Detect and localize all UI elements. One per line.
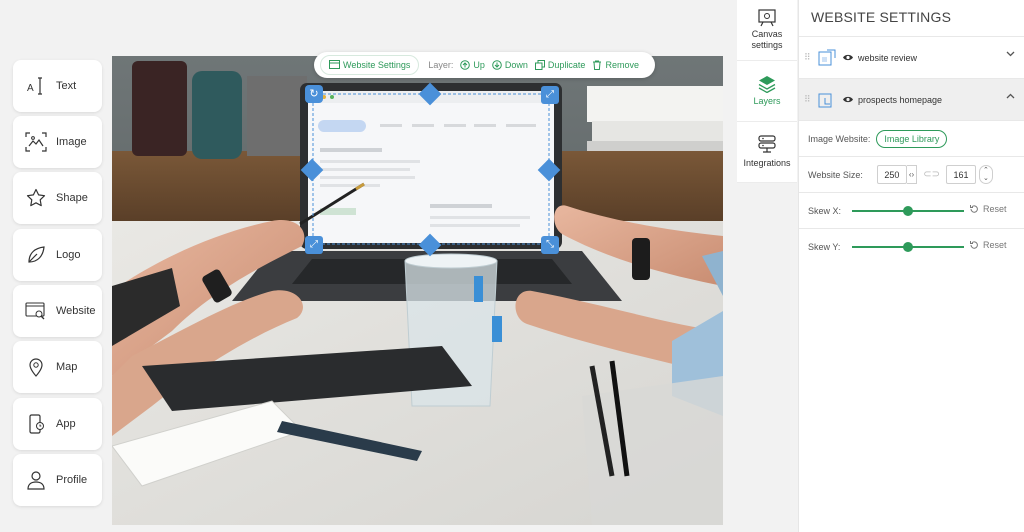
drag-handle-icon[interactable]: ⠿ [804,94,814,105]
link-icon[interactable]: ⊂⊃ [923,169,940,180]
website-size-label: Website Size: [808,169,863,180]
layer-name: prospects homepage [858,94,943,105]
tool-website[interactable]: Website [13,285,102,337]
height-input[interactable] [945,165,976,184]
image-website-row: Image Website: Image Library [799,120,1024,156]
design-canvas[interactable]: ↻ ⤢ ⤢ ⤡ [112,56,723,525]
skew-x-slider[interactable] [852,206,964,216]
height-stepper[interactable]: ⌃ ⌄ [978,165,993,184]
tab-label: Integrations [743,158,791,168]
leaf-icon [25,244,47,266]
reset-label: Reset [983,240,1007,250]
skew-x-reset-button[interactable]: Reset [969,204,1007,214]
tool-label: Website [56,305,96,317]
panel-title: WEBSITE SETTINGS [811,9,952,25]
trash-icon [593,60,602,70]
svg-text:A: A [27,83,34,94]
canvas-photo [112,56,723,525]
website-size-row: Website Size: ‹› ⊂⊃ ⌃⌄ [799,156,1024,192]
phone-app-icon [25,413,47,435]
tool-shape[interactable]: Shape [13,172,102,224]
eye-icon[interactable] [842,95,854,104]
layer-up-label: Up [473,60,485,70]
tool-label: Map [56,361,78,373]
layer-label: Layer: [428,60,454,70]
layers-icon [758,76,776,93]
layer-up-button[interactable]: Up [460,60,485,70]
browser-search-icon [25,300,47,322]
skew-y-label: Skew Y: [808,241,841,252]
website-settings-label: Website Settings [343,60,411,70]
skew-y-slider[interactable] [852,242,964,252]
image-icon [25,131,47,153]
reset-icon [970,241,978,249]
skew-x-row: Skew X: Reset [799,192,1024,228]
skew-x-label: Skew X: [808,205,842,216]
skew-y-reset-button[interactable]: Reset [969,240,1007,250]
tool-label: Text [56,80,77,92]
width-stepper[interactable]: ‹› [906,165,918,184]
chevron-up-icon[interactable] [1006,93,1015,99]
text-cursor-icon: A [25,75,47,97]
slider-knob[interactable] [903,206,913,216]
tool-label: App [56,418,76,430]
browser-icon [329,60,340,69]
website-settings-button[interactable]: Website Settings [320,55,420,75]
layer-down-button[interactable]: Down [492,60,528,70]
tab-label: Layers [753,96,781,106]
layer-name: website review [858,52,918,63]
rotate-handle-icon[interactable]: ↻ [305,85,323,103]
layer-down-label: Down [504,60,528,70]
image-website-label: Image Website: [808,133,871,144]
width-input[interactable] [876,165,907,184]
tab-label: Canvas settings [751,29,783,50]
tool-label: Image [56,136,87,148]
tab-canvas-settings[interactable]: Canvas settings [737,0,797,61]
website-layer-icon [818,49,836,65]
tool-label: Logo [56,249,81,261]
floating-toolbar: Website Settings Layer: Up Down Duplicat… [314,52,655,78]
person-icon [25,469,47,491]
image-library-button[interactable]: Image Library [876,129,948,148]
chevron-down-icon[interactable] [1006,51,1015,57]
resize-handle-bottom-left[interactable]: ⤢ [305,236,323,254]
skew-y-row: Skew Y: Reset [799,228,1024,264]
eye-icon[interactable] [842,53,854,62]
copy-icon [534,60,545,70]
tool-label: Shape [56,192,88,204]
arrow-up-circle-icon [460,60,471,70]
duplicate-button[interactable]: Duplicate [534,60,586,70]
resize-handle-top-right[interactable]: ⤢ [541,86,559,104]
server-icon [758,135,776,153]
reset-icon [970,205,978,213]
easel-gear-icon [758,9,776,27]
tool-logo[interactable]: Logo [13,229,102,281]
drag-handle-icon[interactable]: ⠿ [804,52,814,63]
tool-map[interactable]: Map [13,341,102,393]
star-icon [25,187,47,209]
tool-app[interactable]: App [13,398,102,450]
panel-tabs: Canvas settings Layers Integrations [737,0,797,183]
remove-label: Remove [605,60,639,70]
tool-text[interactable]: A Text [13,60,102,112]
settings-panel: WEBSITE SETTINGS ⠿ website review ⠿ pros… [798,0,1024,532]
slider-knob[interactable] [903,242,913,252]
reset-label: Reset [983,204,1007,214]
tool-label: Profile [56,474,88,486]
tool-image[interactable]: Image [13,116,102,168]
resize-handle-bottom-right[interactable]: ⤡ [541,236,559,254]
map-pin-icon [25,356,47,378]
arrow-down-circle-icon [492,60,502,70]
hand-pointer-icon [818,93,832,107]
layer-item-selected[interactable]: ⠿ prospects homepage [799,78,1024,120]
remove-button[interactable]: Remove [592,60,639,70]
tool-profile[interactable]: Profile [13,454,102,506]
tab-integrations[interactable]: Integrations [737,122,797,183]
duplicate-label: Duplicate [547,60,586,70]
tab-layers[interactable]: Layers [737,61,797,122]
layer-item[interactable]: ⠿ website review [799,36,1024,78]
